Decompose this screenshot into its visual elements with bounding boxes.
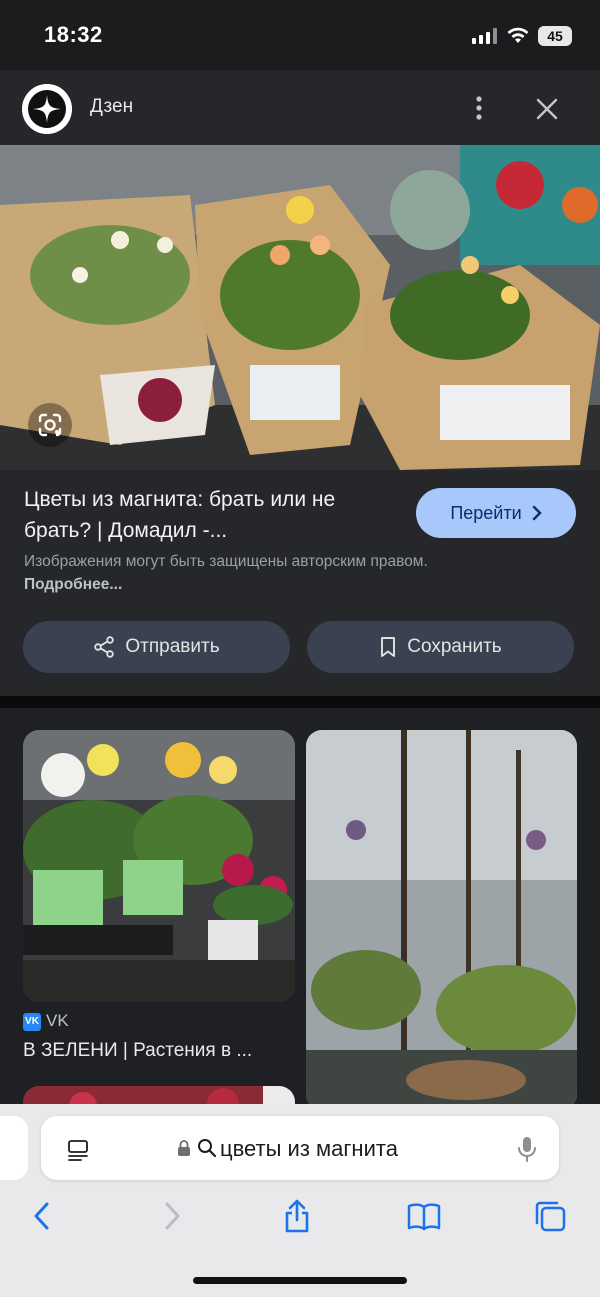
share-upload-icon bbox=[285, 1199, 309, 1233]
status-bar: 18:32 45 bbox=[0, 0, 600, 70]
result-title[interactable]: Цветы из магнита: брать или не брать? | … bbox=[24, 484, 404, 546]
save-label: Сохранить bbox=[407, 636, 502, 657]
more-options-icon[interactable] bbox=[470, 92, 488, 126]
bookmark-icon bbox=[381, 637, 396, 657]
browser-bottom-bar: цветы из магнита bbox=[0, 1104, 600, 1297]
book-icon bbox=[407, 1203, 441, 1231]
back-button[interactable] bbox=[22, 1196, 62, 1236]
close-icon[interactable] bbox=[532, 94, 562, 124]
related-image-thumbnail[interactable] bbox=[306, 730, 577, 1108]
share-icon bbox=[94, 636, 115, 658]
dzen-logo-icon bbox=[22, 84, 72, 134]
section-divider bbox=[0, 696, 600, 708]
vk-logo-icon: VK bbox=[23, 1013, 41, 1031]
google-lens-icon[interactable] bbox=[28, 403, 72, 447]
microphone-icon[interactable] bbox=[516, 1135, 538, 1163]
go-button[interactable]: Перейти bbox=[416, 488, 576, 538]
go-button-label: Перейти bbox=[450, 502, 522, 523]
cellular-signal-icon bbox=[472, 28, 497, 44]
tabs-button[interactable] bbox=[530, 1196, 570, 1236]
result-source: VK bbox=[46, 1011, 69, 1030]
share-sheet-button[interactable] bbox=[277, 1196, 317, 1236]
hero-image-art bbox=[0, 145, 600, 470]
forward-button[interactable] bbox=[152, 1196, 192, 1236]
related-image-thumbnail[interactable] bbox=[23, 730, 295, 1002]
share-button[interactable]: Отправить bbox=[23, 621, 290, 673]
status-time: 18:32 bbox=[44, 22, 103, 47]
copyright-text: Изображения могут быть защищены авторски… bbox=[24, 553, 428, 570]
wifi-icon bbox=[507, 27, 529, 43]
home-indicator bbox=[193, 1277, 407, 1284]
chevron-left-icon bbox=[34, 1202, 49, 1230]
more-link[interactable]: Подробнее... bbox=[24, 576, 122, 593]
hero-image[interactable] bbox=[0, 145, 600, 470]
previous-tab-preview[interactable] bbox=[0, 1116, 28, 1180]
related-images-grid: VK VK В ЗЕЛЕНИ | Растения в ... bbox=[0, 708, 600, 1108]
search-icon bbox=[198, 1139, 217, 1158]
share-label: Отправить bbox=[125, 636, 220, 657]
copyright-note: Изображения могут быть защищены авторски… bbox=[24, 550, 444, 596]
chevron-right-icon bbox=[165, 1202, 180, 1230]
page-menu-icon[interactable] bbox=[66, 1138, 90, 1162]
tabs-icon bbox=[535, 1201, 566, 1232]
source-name: Дзен bbox=[90, 96, 134, 117]
battery-indicator: 45 bbox=[538, 26, 572, 46]
address-text[interactable]: цветы из магнита bbox=[220, 1136, 398, 1162]
bookmarks-button[interactable] bbox=[404, 1196, 444, 1236]
result-title[interactable]: В ЗЕЛЕНИ | Растения в ... bbox=[23, 1040, 293, 1062]
save-button[interactable]: Сохранить bbox=[307, 621, 574, 673]
lock-icon bbox=[178, 1140, 190, 1156]
chevron-right-icon bbox=[532, 505, 542, 521]
